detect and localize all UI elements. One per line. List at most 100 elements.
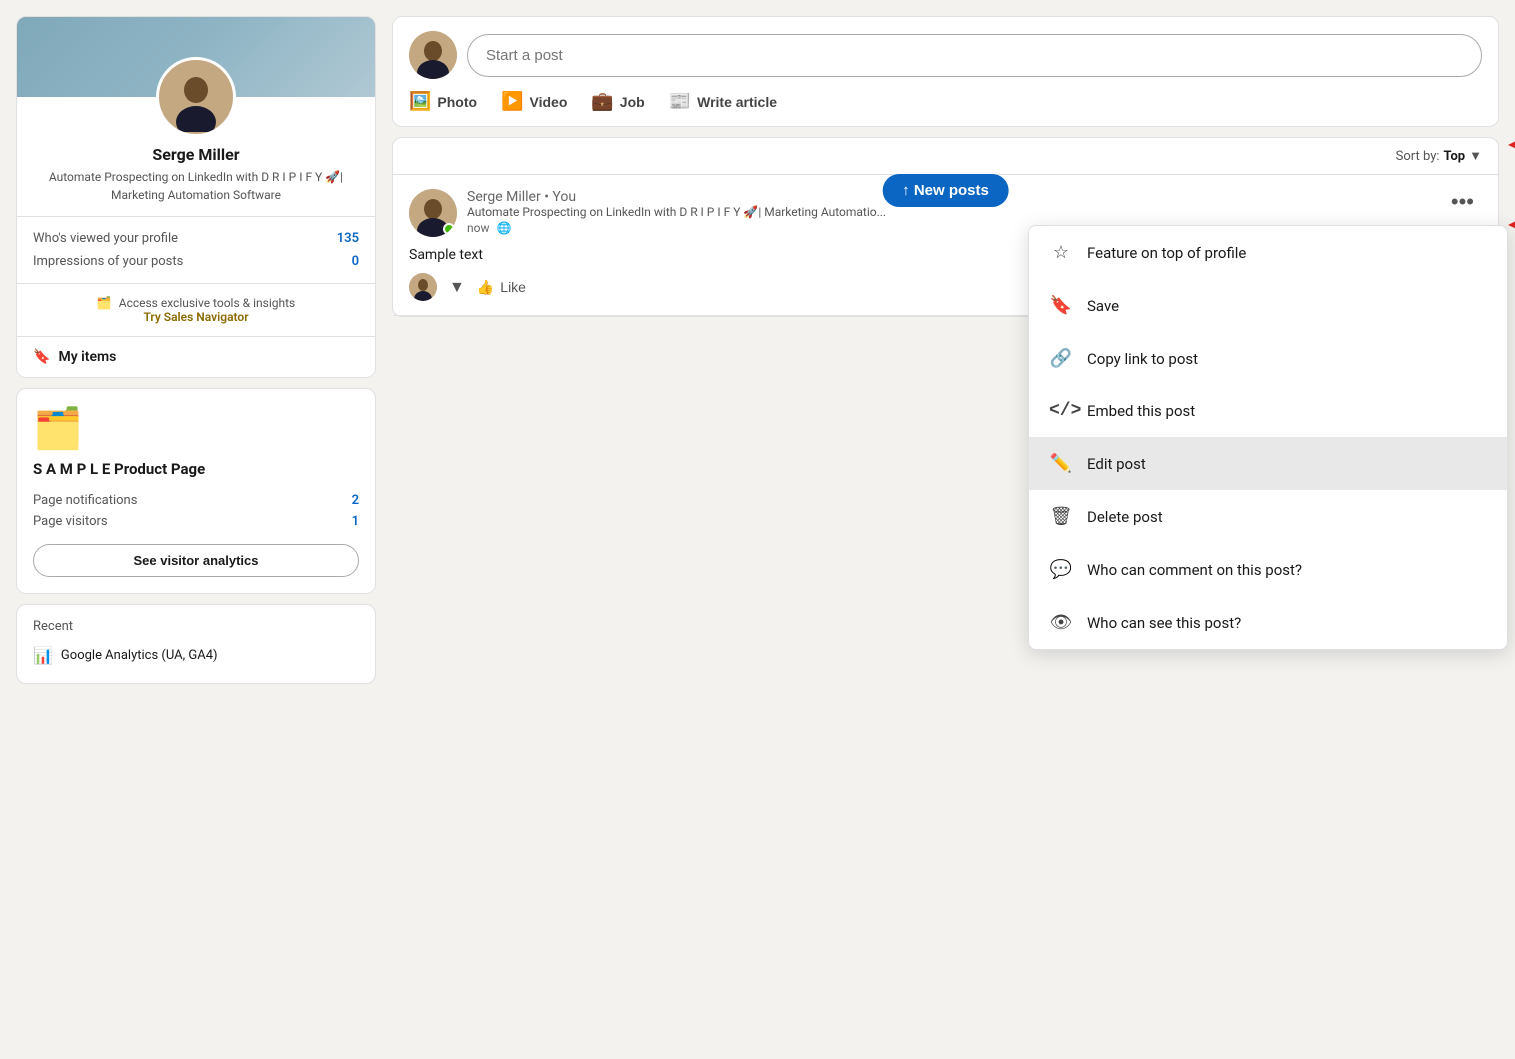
dropdown-label-who-comment: Who can comment on this post? xyxy=(1087,561,1302,579)
dropdown-label-edit: Edit post xyxy=(1087,455,1146,473)
avatar xyxy=(156,57,236,137)
dropdown-item-feature[interactable]: ☆ Feature on top of profile xyxy=(1029,226,1507,279)
profile-name: Serge Miller xyxy=(17,145,375,164)
stat-value-impressions: 0 xyxy=(352,254,359,269)
star-icon: ☆ xyxy=(1049,242,1073,263)
stat-label-impressions: Impressions of your posts xyxy=(33,254,183,269)
stat-row-impressions[interactable]: Impressions of your posts 0 xyxy=(33,250,359,273)
product-card-inner: 🗂️ S A M P L E Product Page Page notific… xyxy=(17,389,375,593)
recent-title: Recent xyxy=(33,619,359,634)
photo-label: Photo xyxy=(437,94,477,110)
stat-row-views[interactable]: Who's viewed your profile 135 xyxy=(33,227,359,250)
post-user-avatar xyxy=(409,189,457,237)
code-icon: </> xyxy=(1049,401,1073,421)
post-user-tagline: Automate Prospecting on LinkedIn with D … xyxy=(467,205,1433,219)
stat-value-views: 135 xyxy=(337,231,359,246)
main-content: 🖼️ Photo ▶️ Video 💼 Job 📰 Write article … xyxy=(392,16,1499,1043)
dropdown-label-feature: Feature on top of profile xyxy=(1087,244,1246,262)
dropdown-item-edit[interactable]: ✏️ Edit post xyxy=(1029,437,1507,490)
article-icon: 📰 xyxy=(669,91,691,112)
comment-icon: 💬 xyxy=(1049,559,1073,580)
red-arrow-bottom xyxy=(1498,115,1515,175)
dropdown-label-delete: Delete post xyxy=(1087,508,1163,526)
product-stat-notifications[interactable]: Page notifications 2 xyxy=(33,490,359,511)
bookmark-icon: 🔖 xyxy=(33,349,50,365)
job-label: Job xyxy=(620,94,645,110)
sort-value: Top xyxy=(1444,149,1466,164)
recent-card: Recent 📊 Google Analytics (UA, GA4) xyxy=(16,604,376,684)
stat-label-visitors: Page visitors xyxy=(33,514,108,529)
thumbs-up-icon: 👍 xyxy=(477,279,494,296)
post-actions: 🖼️ Photo ▶️ Video 💼 Job 📰 Write article xyxy=(409,91,1482,112)
write-article-button[interactable]: 📰 Write article xyxy=(669,91,777,112)
profile-cta: 🗂️ Access exclusive tools & insights Try… xyxy=(17,283,375,336)
product-icon: 🗂️ xyxy=(33,405,359,452)
cta-label: Access exclusive tools & insights xyxy=(119,296,295,310)
article-label: Write article xyxy=(697,94,777,110)
stat-value-notifications: 2 xyxy=(352,493,359,508)
product-title: S A M P L E Product Page xyxy=(33,460,359,478)
post-dropdown-menu: ☆ Feature on top of profile 🔖 Save 🔗 Cop… xyxy=(1028,225,1508,650)
job-button[interactable]: 💼 Job xyxy=(591,91,644,112)
online-indicator xyxy=(443,223,455,235)
stat-label-notifications: Page notifications xyxy=(33,493,137,508)
eye-icon: 👁 xyxy=(1049,612,1073,633)
sales-navigator-link[interactable]: Try Sales Navigator xyxy=(143,310,248,324)
post-user-you: • You xyxy=(544,189,576,205)
chevron-down-icon-reactions[interactable]: ▼ xyxy=(449,277,465,297)
chevron-down-icon[interactable]: ▼ xyxy=(1469,148,1482,164)
analytics-icon: 📊 xyxy=(33,646,53,665)
feed-section: Sort by: Top ▼ ↑ New posts Serge xyxy=(392,137,1499,317)
start-post-input[interactable] xyxy=(467,34,1482,77)
like-button[interactable]: 👍 Like xyxy=(477,279,526,296)
video-button[interactable]: ▶️ Video xyxy=(501,91,567,112)
video-icon: ▶️ xyxy=(501,91,523,112)
dropdown-item-who-comment[interactable]: 💬 Who can comment on this post? xyxy=(1029,543,1507,596)
post-box: 🖼️ Photo ▶️ Video 💼 Job 📰 Write article xyxy=(392,16,1499,127)
my-items-btn[interactable]: 🔖 My items xyxy=(17,336,375,377)
sidebar: Serge Miller Automate Prospecting on Lin… xyxy=(16,16,376,1043)
post-user-name-text: Serge Miller xyxy=(467,189,541,205)
dropdown-item-save[interactable]: 🔖 Save xyxy=(1029,279,1507,332)
cta-text: 🗂️ Access exclusive tools & insights xyxy=(33,296,359,310)
link-icon: 🔗 xyxy=(1049,348,1073,369)
photo-button[interactable]: 🖼️ Photo xyxy=(409,91,477,112)
profile-avatar-wrap xyxy=(17,57,375,137)
profile-card: Serge Miller Automate Prospecting on Lin… xyxy=(16,16,376,378)
product-stats: Page notifications 2 Page visitors 1 xyxy=(33,490,359,532)
dropdown-label-who-see: Who can see this post? xyxy=(1087,614,1241,632)
dropdown-item-embed[interactable]: </> Embed this post xyxy=(1029,385,1507,437)
new-posts-button[interactable]: ↑ New posts xyxy=(882,174,1009,207)
like-label: Like xyxy=(500,279,526,295)
dropdown-label-save: Save xyxy=(1087,297,1119,315)
cta-emoji: 🗂️ xyxy=(97,296,112,310)
dropdown-item-copy-link[interactable]: 🔗 Copy link to post xyxy=(1029,332,1507,385)
job-icon: 💼 xyxy=(591,91,613,112)
sort-label: Sort by: xyxy=(1396,149,1440,164)
reaction-avatar xyxy=(409,273,437,301)
profile-stats: Who's viewed your profile 135 Impression… xyxy=(17,216,375,283)
photo-icon: 🖼️ xyxy=(409,91,431,112)
trash-icon: 🗑 xyxy=(1049,506,1073,527)
video-label: Video xyxy=(530,94,568,110)
product-card: 🗂️ S A M P L E Product Page Page notific… xyxy=(16,388,376,594)
my-items-label: My items xyxy=(58,349,116,365)
post-input-row xyxy=(409,31,1482,79)
dropdown-label-copy-link: Copy link to post xyxy=(1087,350,1198,368)
dropdown-item-who-see[interactable]: 👁 Who can see this post? xyxy=(1029,596,1507,649)
list-item[interactable]: 📊 Google Analytics (UA, GA4) xyxy=(33,642,359,669)
sort-bar: Sort by: Top ▼ xyxy=(393,138,1498,175)
product-stat-visitors[interactable]: Page visitors 1 xyxy=(33,511,359,532)
recent-item-label: Google Analytics (UA, GA4) xyxy=(61,648,218,663)
visitor-analytics-button[interactable]: See visitor analytics xyxy=(33,544,359,577)
globe-icon: 🌐 xyxy=(496,221,511,235)
dropdown-item-delete[interactable]: 🗑 Delete post xyxy=(1029,490,1507,543)
post-avatar xyxy=(409,31,457,79)
post-more-button[interactable]: ••• xyxy=(1443,189,1482,215)
stat-label-views: Who's viewed your profile xyxy=(33,231,178,246)
stat-value-visitors: 1 xyxy=(352,514,359,529)
bookmark-icon: 🔖 xyxy=(1049,295,1073,316)
profile-tagline: Automate Prospecting on LinkedIn with D … xyxy=(17,164,375,216)
edit-icon: ✏️ xyxy=(1049,453,1073,474)
post-time: now xyxy=(467,221,490,235)
